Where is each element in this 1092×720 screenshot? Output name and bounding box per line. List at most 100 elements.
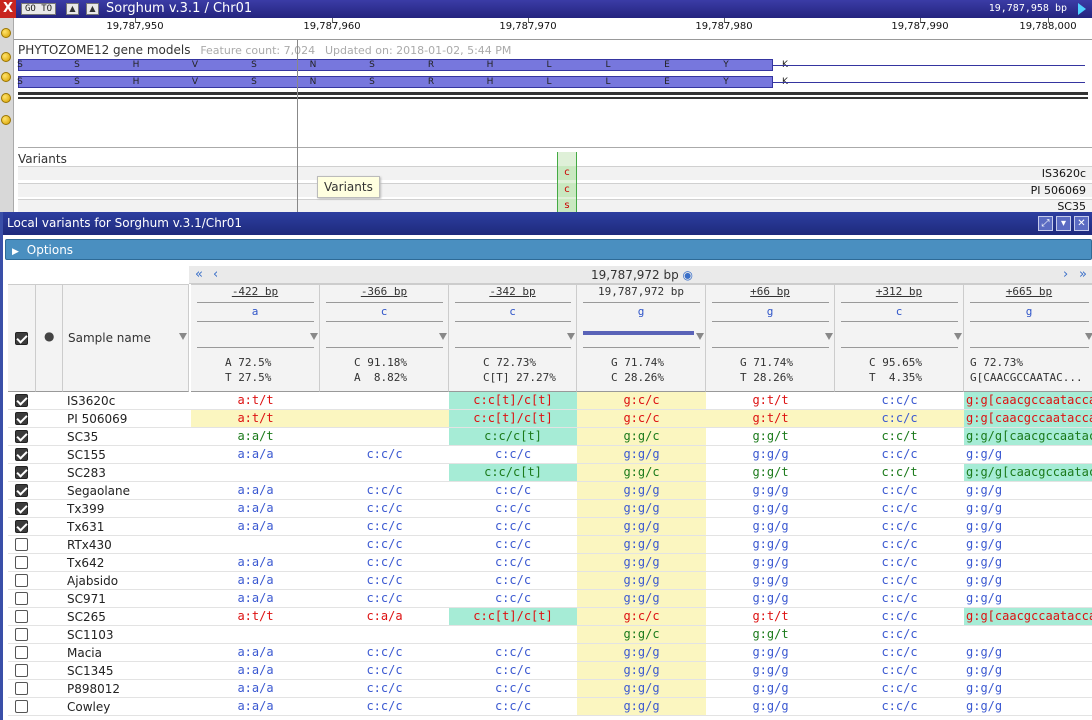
- genotype-cell[interactable]: c:c/c: [449, 662, 577, 679]
- variant-column-header[interactable]: +66 bp g G 71.74% T 28.26%: [706, 284, 835, 392]
- sample-checkbox[interactable]: [15, 592, 28, 605]
- genotype-cell[interactable]: c:c/c: [835, 518, 964, 535]
- genotype-cell[interactable]: c:c/c: [449, 680, 577, 697]
- genotype-cell[interactable]: g:g/g: [577, 680, 706, 697]
- track-handle-icon[interactable]: [1, 115, 11, 125]
- genotype-cell[interactable]: a:a/t: [191, 428, 320, 445]
- genotype-cell[interactable]: [191, 464, 320, 481]
- variant-track-row[interactable]: IS3620c: [18, 166, 1092, 180]
- sample-checkbox[interactable]: [15, 394, 28, 407]
- gene-model-cds[interactable]: SSHVSNSRHLLEYK: [17, 76, 788, 88]
- sample-checkbox[interactable]: [15, 430, 28, 443]
- genotype-cell[interactable]: g:g/t: [706, 626, 835, 643]
- genotype-cell[interactable]: g:g/g: [577, 698, 706, 715]
- genotype-cell[interactable]: c:c/c: [835, 644, 964, 661]
- track-handle-icon[interactable]: [1, 93, 11, 103]
- genotype-cell[interactable]: c:c/c: [835, 446, 964, 463]
- genotype-cell[interactable]: c:c/c: [835, 626, 964, 643]
- genotype-cell[interactable]: c:c/c: [449, 554, 577, 571]
- genotype-cell[interactable]: g:c/c: [577, 410, 706, 427]
- genotype-cell[interactable]: a:a/a: [191, 644, 320, 661]
- funnel-icon[interactable]: [567, 333, 575, 340]
- genotype-cell[interactable]: g:t/t: [706, 392, 835, 409]
- variant-allele[interactable]: c: [558, 183, 576, 197]
- genotype-cell[interactable]: g:g/c: [577, 428, 706, 445]
- genotype-cell[interactable]: g:g/g: [706, 662, 835, 679]
- table-row[interactable]: SC1345 a:a/a c:c/c c:c/c g:g/g g:g/g c:c/c g:g/…: [8, 662, 1092, 680]
- sample-checkbox[interactable]: [15, 412, 28, 425]
- variant-column-header[interactable]: -422 bp a A 72.5% T 27.5%: [191, 284, 320, 392]
- sample-checkbox[interactable]: [15, 646, 28, 659]
- genotype-cell[interactable]: g:g/g[caacgccaatac: [964, 464, 1092, 481]
- genotype-cell[interactable]: [320, 626, 449, 643]
- genotype-cell[interactable]: c:c/t: [835, 428, 964, 445]
- position-offset[interactable]: -422 bp: [191, 285, 319, 298]
- position-offset[interactable]: +66 bp: [706, 285, 834, 298]
- genotype-cell[interactable]: c:c/c: [835, 536, 964, 553]
- position-offset[interactable]: +312 bp: [835, 285, 963, 298]
- genotype-cell[interactable]: [191, 626, 320, 643]
- sample-checkbox[interactable]: [15, 502, 28, 515]
- genotype-cell[interactable]: a:a/a: [191, 572, 320, 589]
- genotype-cell[interactable]: c:c/c: [320, 500, 449, 517]
- genotype-cell[interactable]: g:g/g: [706, 482, 835, 499]
- genotype-cell[interactable]: a:a/a: [191, 500, 320, 517]
- position-offset[interactable]: -366 bp: [320, 285, 448, 298]
- genotype-cell[interactable]: g:g/c: [577, 626, 706, 643]
- genotype-cell[interactable]: g:g/t: [706, 428, 835, 445]
- sample-checkbox[interactable]: [15, 556, 28, 569]
- drop-icon[interactable]: ●: [44, 329, 54, 343]
- genotype-cell[interactable]: a:t/t: [191, 392, 320, 409]
- genotype-cell[interactable]: a:a/a: [191, 680, 320, 697]
- genotype-cell[interactable]: [964, 626, 1092, 643]
- genotype-cell[interactable]: c:c/c: [835, 572, 964, 589]
- table-row[interactable]: Ajabsido a:a/a c:c/c c:c/c g:g/g g:g/g c:c/c g:…: [8, 572, 1092, 590]
- genotype-cell[interactable]: g:g[caacgccaatacca: [964, 392, 1092, 409]
- funnel-icon[interactable]: [439, 333, 447, 340]
- genotype-cell[interactable]: c:c/c: [835, 590, 964, 607]
- sample-name-header[interactable]: Sample name: [63, 284, 189, 392]
- coordinate-ruler[interactable]: 19,787,950 19,787,960 19,787,970 19,787,980…: [14, 18, 1092, 40]
- sample-checkbox[interactable]: [15, 538, 28, 551]
- genotype-cell[interactable]: c:c/c: [835, 392, 964, 409]
- genotype-cell[interactable]: c:c/c[t]: [449, 428, 577, 445]
- sample-checkbox[interactable]: [15, 574, 28, 587]
- genotype-cell[interactable]: c:c/c: [835, 680, 964, 697]
- genotype-cell[interactable]: c:c[t]/c[t]: [449, 608, 577, 625]
- chevron-right-icon[interactable]: [1078, 3, 1086, 15]
- genotype-cell[interactable]: g:g/g: [964, 554, 1092, 571]
- genotype-cell[interactable]: c:c/c: [320, 680, 449, 697]
- genotype-cell[interactable]: c:c/c: [449, 572, 577, 589]
- gene-model-cds[interactable]: SSHVSNSRHLLEYK: [17, 59, 788, 71]
- variant-column-header[interactable]: +665 bp g G 72.73% G[CAACGCCAATAC...: [964, 284, 1092, 392]
- sample-checkbox[interactable]: [15, 700, 28, 713]
- genotype-cell[interactable]: g:g/g: [964, 482, 1092, 499]
- sample-checkbox[interactable]: [15, 664, 28, 677]
- genotype-cell[interactable]: c:c/c: [320, 536, 449, 553]
- genotype-cell[interactable]: a:a/a: [191, 662, 320, 679]
- genotype-cell[interactable]: g:g/g: [964, 500, 1092, 517]
- genotype-cell[interactable]: c:c/c: [320, 590, 449, 607]
- position-offset[interactable]: -342 bp: [449, 285, 576, 298]
- table-row[interactable]: PI 506069 a:t/t c:c[t]/c[t] g:c/c g:t/t c:c/c…: [8, 410, 1092, 428]
- variant-track-row[interactable]: PI 506069: [18, 183, 1092, 197]
- variant-column-header[interactable]: +312 bp c C 95.65% T 4.35%: [835, 284, 964, 392]
- genotype-cell[interactable]: g:t/t: [706, 608, 835, 625]
- genotype-cell[interactable]: [191, 536, 320, 553]
- genotype-cell[interactable]: c:c/c: [835, 482, 964, 499]
- genotype-cell[interactable]: g:g/g: [577, 536, 706, 553]
- track-handle-icon[interactable]: [1, 28, 11, 38]
- genotype-cell[interactable]: a:a/a: [191, 698, 320, 715]
- genotype-cell[interactable]: g:g/g: [577, 662, 706, 679]
- genotype-cell[interactable]: [320, 392, 449, 409]
- sample-checkbox[interactable]: [15, 610, 28, 623]
- table-row[interactable]: SC155 a:a/a c:c/c c:c/c g:g/g g:g/g c:c/c g:g/g: [8, 446, 1092, 464]
- genotype-cell[interactable]: g:c/c: [577, 608, 706, 625]
- eye-icon[interactable]: ◉: [683, 268, 693, 282]
- genotype-cell[interactable]: g:g/t: [706, 464, 835, 481]
- genotype-cell[interactable]: c:c/c: [320, 518, 449, 535]
- genotype-cell[interactable]: g:c/c: [577, 392, 706, 409]
- variant-column-header[interactable]: 19,787,972 bp g G 71.74% C 28.26%: [577, 284, 706, 392]
- sample-checkbox[interactable]: [15, 520, 28, 533]
- double-chevron-right-icon[interactable]: »: [1079, 267, 1087, 282]
